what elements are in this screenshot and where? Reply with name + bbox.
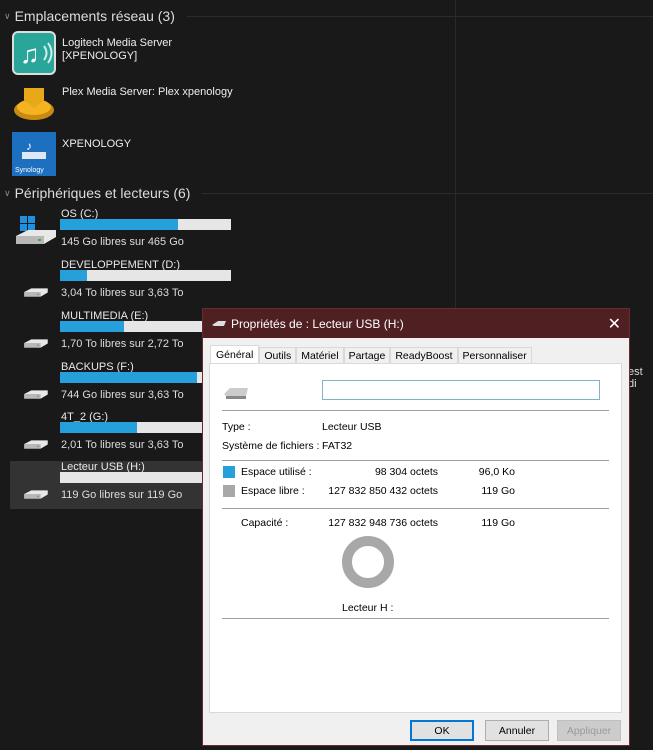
donut-free-slice [342, 536, 394, 588]
drive-free-space: 744 Go libres sur 3,63 To [61, 389, 184, 401]
free-human: 119 Go [481, 485, 515, 497]
section-devices[interactable]: ∨ Périphériques et lecteurs (6) [4, 185, 653, 201]
general-panel: Type : Lecteur USB Système de fichiers :… [209, 363, 622, 713]
hard-drive-icon [24, 440, 48, 449]
properties-dialog: Propriétés de : Lecteur USB (H:) ✕ Génér… [202, 308, 630, 746]
divider [222, 508, 609, 509]
drive-name-input[interactable] [322, 380, 600, 400]
hard-drive-icon [24, 339, 48, 348]
drive-usage-fill [60, 321, 125, 332]
drive-usage-fill [60, 422, 137, 433]
chevron-down-icon: ∨ [4, 187, 11, 198]
used-bytes: 98 304 octets [374, 466, 438, 478]
drive-free-space: 2,01 To libres sur 3,63 To [61, 439, 184, 451]
drive-item[interactable]: DEVELOPPEMENT (D:) 3,04 To libres sur 3,… [10, 259, 231, 307]
item-sublabel: [XPENOLOGY] [62, 50, 138, 62]
usb-drive-icon [224, 388, 248, 399]
type-value: Lecteur USB [322, 421, 382, 433]
hard-drive-icon [24, 490, 48, 499]
drive-free-space: 145 Go libres sur 465 Go [61, 236, 184, 248]
close-icon[interactable]: ✕ [608, 314, 621, 334]
section-rule [186, 15, 653, 17]
divider [222, 410, 609, 411]
svg-text:♪: ♪ [26, 139, 32, 153]
section-title: Périphériques et lecteurs (6) [14, 185, 191, 201]
capacity-bytes: 127 832 948 736 octets [328, 517, 438, 529]
dialog-title: Propriétés de : Lecteur USB (H:) [231, 316, 404, 331]
used-color-swatch [223, 466, 235, 478]
usb-drive-icon [212, 320, 226, 326]
type-label: Type : [222, 421, 251, 433]
hard-drive-icon [24, 390, 48, 399]
divider [222, 460, 609, 461]
free-color-swatch [223, 485, 235, 497]
divider [222, 618, 609, 619]
filesystem-label: Système de fichiers : [222, 440, 320, 452]
section-network[interactable]: ∨ Emplacements réseau (3) [4, 8, 653, 24]
synology-icon: ♪ Synology [12, 132, 56, 176]
capacity-human: 119 Go [481, 517, 515, 529]
drive-item[interactable]: BACKUPS (F:) 744 Go libres sur 3,63 To [10, 361, 231, 409]
drive-free-space: 1,70 To libres sur 2,72 To [61, 338, 184, 350]
ok-button[interactable]: OK [410, 720, 474, 741]
free-label: Espace libre : [241, 485, 305, 497]
hard-drive-icon [16, 216, 56, 244]
section-rule [202, 192, 653, 194]
usage-donut-chart [342, 536, 394, 588]
drive-free-space: 119 Go libres sur 119 Go [61, 489, 183, 501]
drive-usage-bar [60, 219, 231, 230]
svg-text:♫: ♫ [20, 39, 40, 69]
plex-icon [14, 88, 54, 120]
chevron-down-icon: ∨ [4, 10, 11, 21]
drive-free-space: 3,04 To libres sur 3,63 To [61, 287, 184, 299]
used-human: 96,0 Ko [478, 466, 515, 478]
capacity-label: Capacité : [241, 517, 289, 529]
network-item-plex[interactable]: Plex Media Server: Plex xpenology [12, 80, 233, 124]
background-text-fragment: est di [628, 366, 643, 390]
drive-item[interactable]: OS (C:) 145 Go libres sur 465 Go [10, 208, 231, 256]
used-label: Espace utilisé : [241, 466, 312, 478]
tab-strip: Général Outils Matériel Partage ReadyBoo… [210, 345, 532, 365]
apply-button[interactable]: Appliquer [557, 720, 621, 741]
pane-divider [455, 0, 456, 310]
dialog-titlebar[interactable]: Propriétés de : Lecteur USB (H:) ✕ [203, 309, 629, 338]
windows-logo-icon [20, 216, 35, 231]
svg-text:Synology: Synology [15, 167, 44, 174]
filesystem-value: FAT32 [322, 440, 353, 452]
drive-usage-fill [60, 270, 88, 281]
item-label: Logitech Media Server [62, 37, 173, 49]
network-item-logitech[interactable]: ♫ Logitech Media Server [XPENOLOGY] [12, 31, 172, 75]
tab-general[interactable]: Général [210, 345, 260, 365]
item-label: Plex Media Server: Plex xpenology [62, 86, 233, 98]
drive-letter-label: Lecteur H : [342, 602, 394, 614]
drive-usage-fill [60, 219, 178, 230]
drive-item[interactable]: 4T_2 (G:) 2,01 To libres sur 3,63 To [10, 411, 231, 459]
drive-usage-fill [60, 372, 197, 383]
section-title: Emplacements réseau (3) [14, 8, 175, 24]
network-item-xpenology[interactable]: ♪ Synology XPENOLOGY [12, 132, 131, 176]
drive-item[interactable]: Lecteur USB (H:) 119 Go libres sur 119 G… [10, 461, 231, 509]
logitech-media-icon: ♫ [12, 31, 56, 75]
cancel-button[interactable]: Annuler [485, 720, 549, 741]
item-label: XPENOLOGY [62, 138, 132, 150]
drive-item[interactable]: MULTIMEDIA (E:) 1,70 To libres sur 2,72 … [10, 310, 231, 358]
free-bytes: 127 832 850 432 octets [328, 485, 438, 497]
drive-usage-bar [60, 270, 231, 281]
hard-drive-icon [24, 288, 48, 297]
